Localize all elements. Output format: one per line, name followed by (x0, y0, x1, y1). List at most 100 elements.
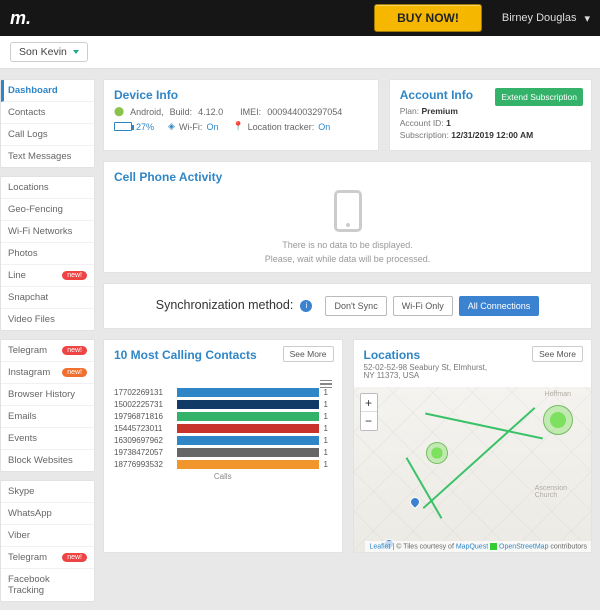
device-wifi: On (206, 122, 218, 132)
device-wifi-label: Wi-Fi: (179, 122, 203, 132)
osm-link[interactable]: OpenStreetMap (499, 543, 548, 550)
calls-see-more-button[interactable]: See More (283, 346, 334, 362)
calling-contacts-card: 10 Most Calling Contacts See More 177022… (103, 339, 343, 554)
bar-value: 1 (324, 448, 332, 457)
bar-label: 15002225731 (114, 400, 172, 409)
zoom-out-button[interactable]: − (361, 412, 377, 430)
sidebar-item-locations[interactable]: Locations (1, 177, 94, 199)
sidebar-item-label: Facebook Tracking (8, 574, 87, 596)
sidebar-item-call-logs[interactable]: Call Logs (1, 124, 94, 146)
account-info-card: Account Info Plan: Premium Account ID: 1… (389, 79, 592, 151)
sidebar-item-label: Geo-Fencing (8, 204, 63, 215)
device-info-card: Device Info ⬤ Android, Build: 4.12.0 IME… (103, 79, 379, 151)
device-info-title: Device Info (114, 88, 368, 102)
bar-value: 1 (324, 436, 332, 445)
sidebar-item-label: Photos (8, 248, 38, 259)
sidebar-item-telegram[interactable]: Telegramnew! (1, 340, 94, 362)
sidebar-item-telegram[interactable]: Telegramnew! (1, 547, 94, 569)
plan-label: Plan: (400, 106, 419, 116)
sidebar-item-label: Viber (8, 530, 30, 541)
acct-id-value: 1 (446, 118, 451, 128)
chart-bar-row: 150022257311 (114, 400, 332, 409)
device-loc-label: Location tracker: (248, 122, 315, 132)
sidebar-item-video-files[interactable]: Video Files (1, 309, 94, 330)
sync-label: Synchronization method: (156, 298, 294, 312)
map-marker[interactable] (426, 442, 448, 464)
device-platform: Android, (130, 107, 164, 117)
info-icon[interactable]: i (300, 300, 312, 312)
map-attribution: Leaflet | © Tiles courtesy of MapQuest O… (365, 541, 591, 552)
sidebar-item-label: Contacts (8, 107, 46, 118)
bar-fill (177, 412, 319, 421)
zoom-in-button[interactable]: + (361, 394, 377, 412)
sidebar-item-instagram[interactable]: Instagramnew! (1, 362, 94, 384)
bar-label: 16309697962 (114, 436, 172, 445)
bar-fill (177, 400, 319, 409)
sidebar-item-skype[interactable]: Skype (1, 481, 94, 503)
chevron-down-icon: ▾ (584, 12, 590, 25)
sync-option-all-connections[interactable]: All Connections (459, 296, 540, 316)
sidebar-item-text-messages[interactable]: Text Messages (1, 146, 94, 167)
sidebar-item-label: Dashboard (8, 85, 58, 96)
bar-fill (177, 460, 319, 469)
sidebar-item-line[interactable]: Linenew! (1, 265, 94, 287)
device-battery: 27% (136, 122, 154, 132)
new-badge: new! (62, 553, 87, 562)
sub-label: Subscription: (400, 130, 449, 140)
sidebar-item-emails[interactable]: Emails (1, 406, 94, 428)
bar-label: 18776993532 (114, 460, 172, 469)
leaflet-link[interactable]: Leaflet (369, 543, 390, 550)
bar-label: 15445723011 (114, 424, 172, 433)
wifi-icon: ◈ (168, 121, 175, 132)
sidebar-item-contacts[interactable]: Contacts (1, 102, 94, 124)
osm-icon (490, 543, 497, 550)
sidebar-item-label: Text Messages (8, 151, 71, 162)
bar-label: 19738472057 (114, 448, 172, 457)
acct-id-label: Account ID: (400, 118, 444, 128)
sync-option-don-t-sync[interactable]: Don't Sync (325, 296, 386, 316)
bar-value: 1 (324, 460, 332, 469)
sidebar-item-whatsapp[interactable]: WhatsApp (1, 503, 94, 525)
sidebar-item-block-websites[interactable]: Block Websites (1, 450, 94, 471)
buy-now-button[interactable]: BUY NOW! (374, 4, 482, 32)
map-zoom: + − (360, 393, 378, 431)
sidebar-item-wi-fi-networks[interactable]: Wi-Fi Networks (1, 221, 94, 243)
locations-see-more-button[interactable]: See More (532, 346, 583, 362)
mapquest-link[interactable]: MapQuest (456, 543, 488, 550)
bar-label: 19796871816 (114, 412, 172, 421)
sidebar-item-snapchat[interactable]: Snapchat (1, 287, 94, 309)
target-select[interactable]: Son Kevin (10, 42, 88, 62)
map-marker[interactable] (543, 405, 573, 435)
sidebar-item-facebook-tracking[interactable]: Facebook Tracking (1, 569, 94, 601)
map-pin-icon[interactable] (407, 495, 421, 509)
sidebar-item-viber[interactable]: Viber (1, 525, 94, 547)
chart-bar-row: 19738472057 1 (114, 448, 332, 457)
sidebar-item-label: Emails (8, 411, 37, 422)
bar-label: 17702269131 (114, 388, 172, 397)
sidebar-item-photos[interactable]: Photos (1, 243, 94, 265)
sidebar: Dashboard Contacts Call Logs Text Messages L… (0, 79, 95, 610)
user-name: Birney Douglas (502, 12, 577, 24)
sidebar-item-label: Block Websites (8, 455, 73, 466)
chart-menu-icon[interactable] (320, 378, 332, 391)
user-menu[interactable]: Birney Douglas ▾ (502, 12, 590, 25)
chart-bar-row: 18776993532 1 (114, 460, 332, 469)
chart-bar-row: 177022691311 (114, 388, 332, 397)
calls-x-label: Calls (114, 472, 332, 481)
device-loc: On (318, 122, 330, 132)
sync-option-wi-fi-only[interactable]: Wi-Fi Only (393, 296, 453, 316)
calls-chart: 1770226913111500222573111979687181611544… (114, 388, 332, 469)
sidebar-item-label: Browser History (8, 389, 75, 400)
sidebar-item-geo-fencing[interactable]: Geo-Fencing (1, 199, 94, 221)
new-badge: new! (62, 271, 87, 280)
extend-subscription-button[interactable]: Extend Subscription (495, 88, 583, 106)
sidebar-item-dashboard[interactable]: Dashboard (1, 80, 94, 102)
sidebar-item-label: WhatsApp (8, 508, 52, 519)
sidebar-item-browser-history[interactable]: Browser History (1, 384, 94, 406)
sidebar-item-events[interactable]: Events (1, 428, 94, 450)
map[interactable]: + − Hoffman AscensionChurch Leaflet | © … (354, 387, 592, 552)
bar-value: 1 (324, 412, 332, 421)
map-street-label: AscensionChurch (535, 485, 567, 499)
device-build: 4.12.0 (198, 107, 223, 117)
battery-icon (114, 122, 132, 131)
